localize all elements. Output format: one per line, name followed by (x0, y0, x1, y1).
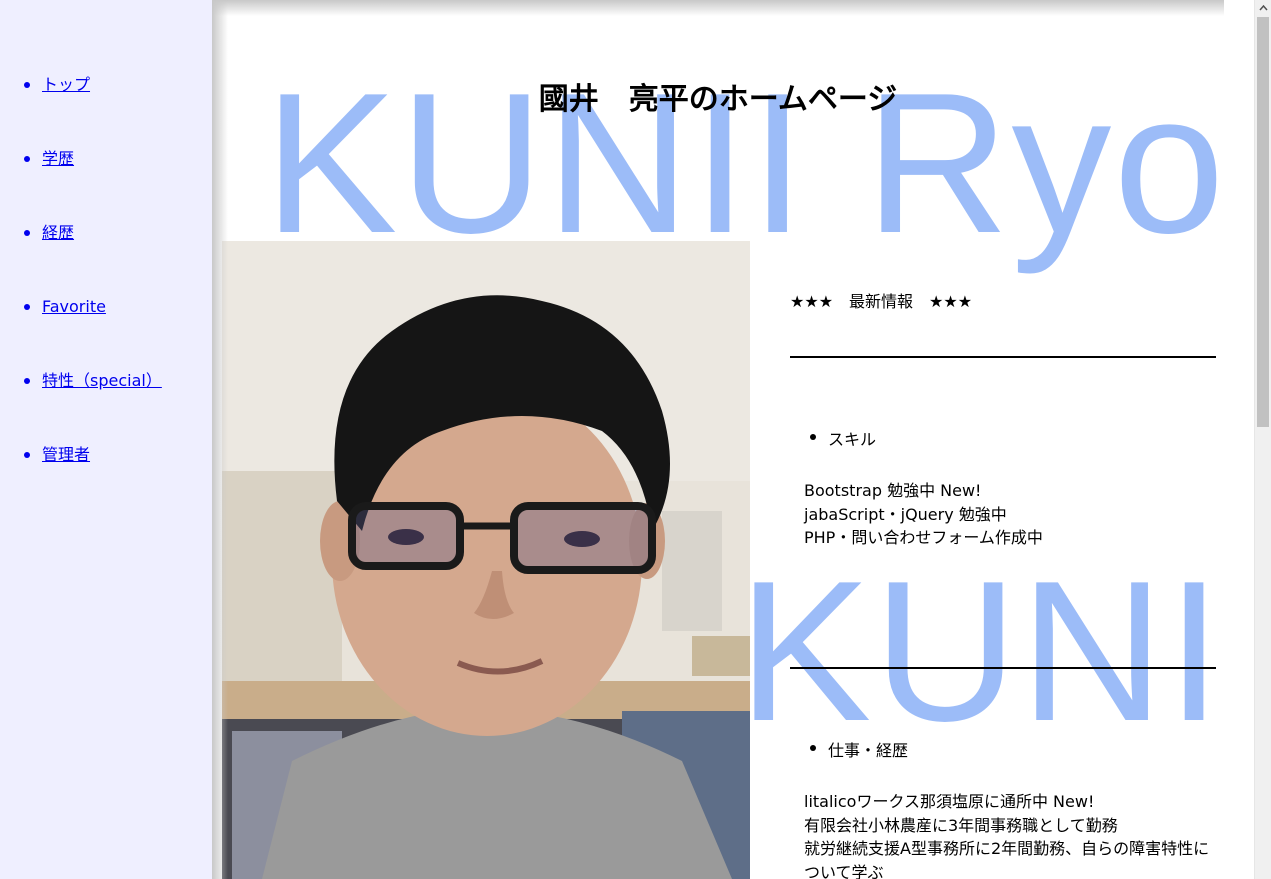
news-header: ★★★ 最新情報 ★★★ (790, 292, 973, 311)
section-line: ついて学ぶ (804, 862, 884, 879)
section-line: litalicoワークス那須塩原に通所中 New! (804, 792, 1095, 811)
bullet-icon (24, 378, 30, 384)
bullet-icon (24, 230, 30, 236)
bullet-icon (24, 304, 30, 310)
scrollbar-thumb[interactable] (1257, 17, 1269, 427)
section-body-career: litalicoワークス那須塩原に通所中 New! 有限会社小林農産に3年間事務… (804, 790, 1216, 879)
divider (790, 667, 1216, 669)
bullet-icon (810, 745, 816, 751)
nav-link-career[interactable]: 経歴 (42, 223, 74, 243)
divider (790, 356, 1216, 358)
sidebar-nav: トップ 学歴 経歴 Favorite 特性（special） 管理者 (0, 0, 212, 879)
section-line: 有限会社小林農産に3年間事務職として勤務 (804, 815, 1118, 835)
nav-link-favorite[interactable]: Favorite (42, 297, 106, 317)
section-line: jabaScript・jQuery 勉強中 (804, 504, 1007, 524)
nav-link-education[interactable]: 学歴 (42, 149, 74, 169)
bullet-icon (810, 434, 816, 440)
vertical-scrollbar[interactable] (1254, 0, 1271, 879)
content-shadow-left (212, 0, 228, 879)
section-title-label: スキル (828, 430, 877, 449)
main-content: KUNII Ryohei KUNII Ryohei 國井 亮平のホームページ (212, 0, 1224, 879)
section-title-label: 仕事・経歴 (828, 741, 909, 760)
section-line: Bootstrap 勉強中 New! (804, 481, 982, 500)
nav-link-special[interactable]: 特性（special） (42, 371, 162, 391)
content-shadow-top (212, 0, 1224, 16)
page-title: 國井 亮平のホームページ (538, 82, 898, 117)
nav-link-admin[interactable]: 管理者 (42, 445, 90, 465)
bullet-icon (24, 82, 30, 88)
bullet-icon (24, 452, 30, 458)
section-line: 就労継続支援A型事務所に2年間勤務、自らの障害特性に (804, 839, 1210, 858)
bullet-icon (24, 156, 30, 162)
nav-link-top[interactable]: トップ (42, 75, 90, 95)
section-line: PHP・問い合わせフォーム作成中 (804, 528, 1043, 547)
watermark-text-repeat: KUNII Ryohei (738, 540, 1224, 763)
section-body-skills: Bootstrap 勉強中 New! jabaScript・jQuery 勉強中… (804, 479, 1216, 550)
profile-photo (222, 241, 750, 879)
scroll-up-arrow-icon[interactable] (1255, 0, 1271, 17)
right-margin (1224, 0, 1254, 879)
